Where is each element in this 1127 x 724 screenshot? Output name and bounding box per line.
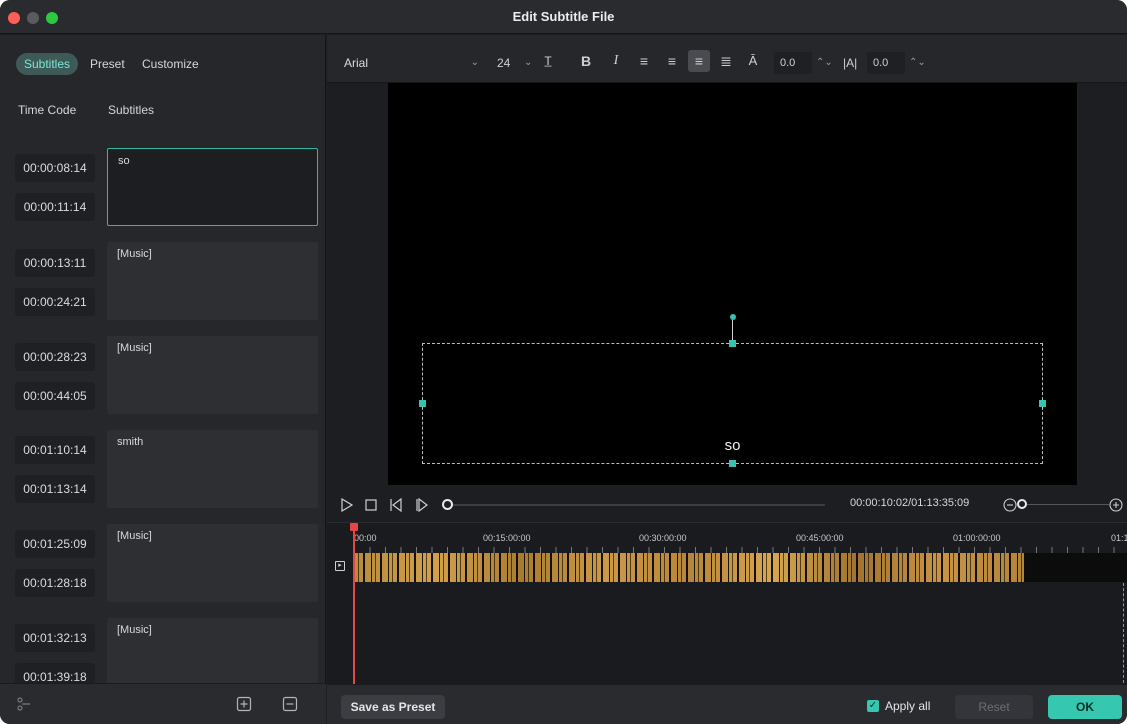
add-subtitle-icon[interactable]	[236, 696, 252, 712]
resize-handle-right[interactable]	[1039, 400, 1046, 407]
timeline-ruler[interactable]: 00:00 00:15:00:00 00:30:00:00 00:45:00:0…	[354, 523, 1127, 547]
baseline-icon[interactable]: Ā	[745, 50, 761, 72]
bold-icon[interactable]: B	[579, 50, 593, 72]
subtitle-text-field[interactable]: [Music]	[107, 242, 318, 320]
end-timecode-field[interactable]: 00:00:11:14	[15, 193, 95, 221]
tab-customize[interactable]: Customize	[142, 53, 199, 75]
font-family-select[interactable]: Arial ⌄	[344, 52, 479, 74]
align-justify-icon[interactable]: ≣	[717, 50, 735, 72]
subtitle-track-icon[interactable]: ▸	[335, 561, 345, 571]
tab-preset[interactable]: Preset	[90, 53, 125, 75]
subtitle-text-field[interactable]: smith	[107, 430, 318, 508]
start-timecode-field[interactable]: 00:00:08:14	[15, 154, 95, 182]
subtitle-row[interactable]: 00:01:25:09 00:01:28:18 [Music]	[0, 524, 326, 606]
subtitle-row[interactable]: 00:00:08:14 00:00:11:14 so	[0, 148, 326, 230]
remove-subtitle-icon[interactable]	[282, 696, 298, 712]
column-header-timecode: Time Code	[18, 103, 77, 117]
font-size-chevron-icon[interactable]: ⌄	[524, 52, 532, 74]
subtitle-text-field[interactable]: [Music]	[107, 524, 318, 602]
letter-spacing-field[interactable]: 0.0	[774, 52, 812, 74]
text-format-toolbar: Arial ⌄ 24 ⌄ T̲ B I ≡ ≡ ≡ ≣ Ā 0.0 ⌃⌄ |A|…	[327, 35, 1127, 83]
window-title: Edit Subtitle File	[512, 9, 615, 24]
timeline-end-marker	[1123, 583, 1124, 683]
align-center-icon[interactable]: ≡	[688, 50, 710, 72]
end-timecode-field[interactable]: 00:00:24:21	[15, 288, 95, 316]
dialog-footer: Save as Preset ✓ Apply all Reset OK	[327, 684, 1127, 724]
rotate-handle[interactable]	[730, 314, 736, 320]
subtitle-track[interactable]	[354, 553, 1127, 582]
playhead-handle[interactable]	[350, 523, 358, 531]
zoom-slider-knob[interactable]	[1017, 499, 1027, 509]
align-left-icon[interactable]: ≡	[635, 50, 653, 72]
playhead[interactable]	[353, 523, 355, 685]
apply-all-label[interactable]: Apply all	[885, 699, 930, 713]
subtitle-list-panel: Subtitles Preset Customize Time Code Sub…	[0, 35, 326, 724]
save-as-preset-button[interactable]: Save as Preset	[341, 695, 445, 719]
ok-button[interactable]: OK	[1048, 695, 1122, 719]
column-header-subtitles: Subtitles	[108, 103, 155, 117]
ruler-label: 00:00	[354, 533, 377, 543]
video-preview[interactable]: so	[388, 83, 1077, 485]
line-spacing-icon: |A|	[843, 56, 858, 70]
resize-handle-top[interactable]	[729, 340, 736, 347]
playback-controls: 00:00:10:02/01:13:35:09	[327, 490, 1127, 520]
end-timecode-field[interactable]: 00:01:13:14	[15, 475, 95, 503]
align-right-icon[interactable]: ≡	[663, 50, 681, 72]
zoom-in-icon[interactable]	[1109, 498, 1123, 512]
subtitle-text-field[interactable]: [Music]	[107, 618, 318, 683]
start-timecode-field[interactable]: 00:00:28:23	[15, 343, 95, 371]
play-icon[interactable]	[341, 498, 353, 512]
subtitle-row[interactable]: 00:01:10:14 00:01:13:14 smith	[0, 430, 326, 512]
start-timecode-field[interactable]: 00:01:25:09	[15, 530, 95, 558]
zoom-out-icon[interactable]	[1003, 498, 1017, 512]
italic-icon[interactable]: I	[609, 50, 623, 72]
playback-timecode: 00:00:10:02/01:13:35:09	[850, 497, 970, 509]
reset-button[interactable]: Reset	[955, 695, 1033, 719]
tab-subtitles[interactable]: Subtitles	[16, 53, 79, 75]
end-timecode-field[interactable]: 00:01:28:18	[15, 569, 95, 597]
ruler-label: 00:15:00:00	[483, 533, 531, 543]
title-bar: Edit Subtitle File	[0, 0, 1127, 34]
editor-panel: Arial ⌄ 24 ⌄ T̲ B I ≡ ≡ ≡ ≣ Ā 0.0 ⌃⌄ |A|…	[327, 35, 1127, 724]
ruler-label: 01:00:00:00	[953, 533, 1001, 543]
line-spacing-field[interactable]: 0.0	[867, 52, 905, 74]
subtitle-row[interactable]: 00:00:28:23 00:00:44:05 [Music]	[0, 336, 326, 418]
subtitle-text-field[interactable]: so	[107, 148, 318, 226]
zoom-slider-track[interactable]	[1025, 504, 1109, 505]
stop-icon[interactable]	[365, 499, 377, 511]
apply-all-checkbox[interactable]: ✓	[867, 700, 879, 712]
ruler-label: 01:1	[1111, 533, 1127, 543]
font-family-value: Arial	[344, 56, 369, 70]
scrubber-knob[interactable]	[442, 499, 453, 510]
font-size-value[interactable]: 24	[497, 52, 510, 74]
text-style-icon[interactable]: T̲	[539, 50, 557, 72]
chevron-down-icon: ⌄	[470, 57, 479, 68]
resize-handle-left[interactable]	[419, 400, 426, 407]
subtitle-row[interactable]: 00:00:13:11 00:00:24:21 [Music]	[0, 242, 326, 324]
ruler-label: 00:30:00:00	[639, 533, 687, 543]
previous-frame-icon[interactable]	[389, 498, 403, 512]
caption-text[interactable]: so	[388, 437, 1077, 454]
playback-scrubber[interactable]	[451, 504, 825, 506]
start-timecode-field[interactable]: 00:01:10:14	[15, 436, 95, 464]
start-timecode-field[interactable]: 00:01:32:13	[15, 624, 95, 652]
letter-spacing-stepper-icon[interactable]: ⌃⌄	[816, 52, 833, 74]
edit-subtitle-window: Edit Subtitle File Subtitles Preset Cust…	[0, 0, 1127, 724]
line-spacing-stepper-icon[interactable]: ⌃⌄	[909, 52, 926, 74]
split-subtitle-icon[interactable]	[16, 696, 32, 712]
subtitle-list-footer	[0, 683, 326, 724]
next-frame-icon[interactable]	[415, 498, 429, 512]
resize-handle-bottom[interactable]	[729, 460, 736, 467]
ruler-label: 00:45:00:00	[796, 533, 844, 543]
start-timecode-field[interactable]: 00:00:13:11	[15, 249, 95, 277]
end-timecode-field[interactable]: 00:01:39:18	[15, 663, 95, 683]
end-timecode-field[interactable]: 00:00:44:05	[15, 382, 95, 410]
subtitle-text-field[interactable]: [Music]	[107, 336, 318, 414]
timeline[interactable]: 00:00 00:15:00:00 00:30:00:00 00:45:00:0…	[327, 522, 1127, 685]
subtitle-clips[interactable]	[354, 553, 1024, 582]
subtitle-row[interactable]: 00:01:32:13 00:01:39:18 [Music]	[0, 618, 326, 683]
